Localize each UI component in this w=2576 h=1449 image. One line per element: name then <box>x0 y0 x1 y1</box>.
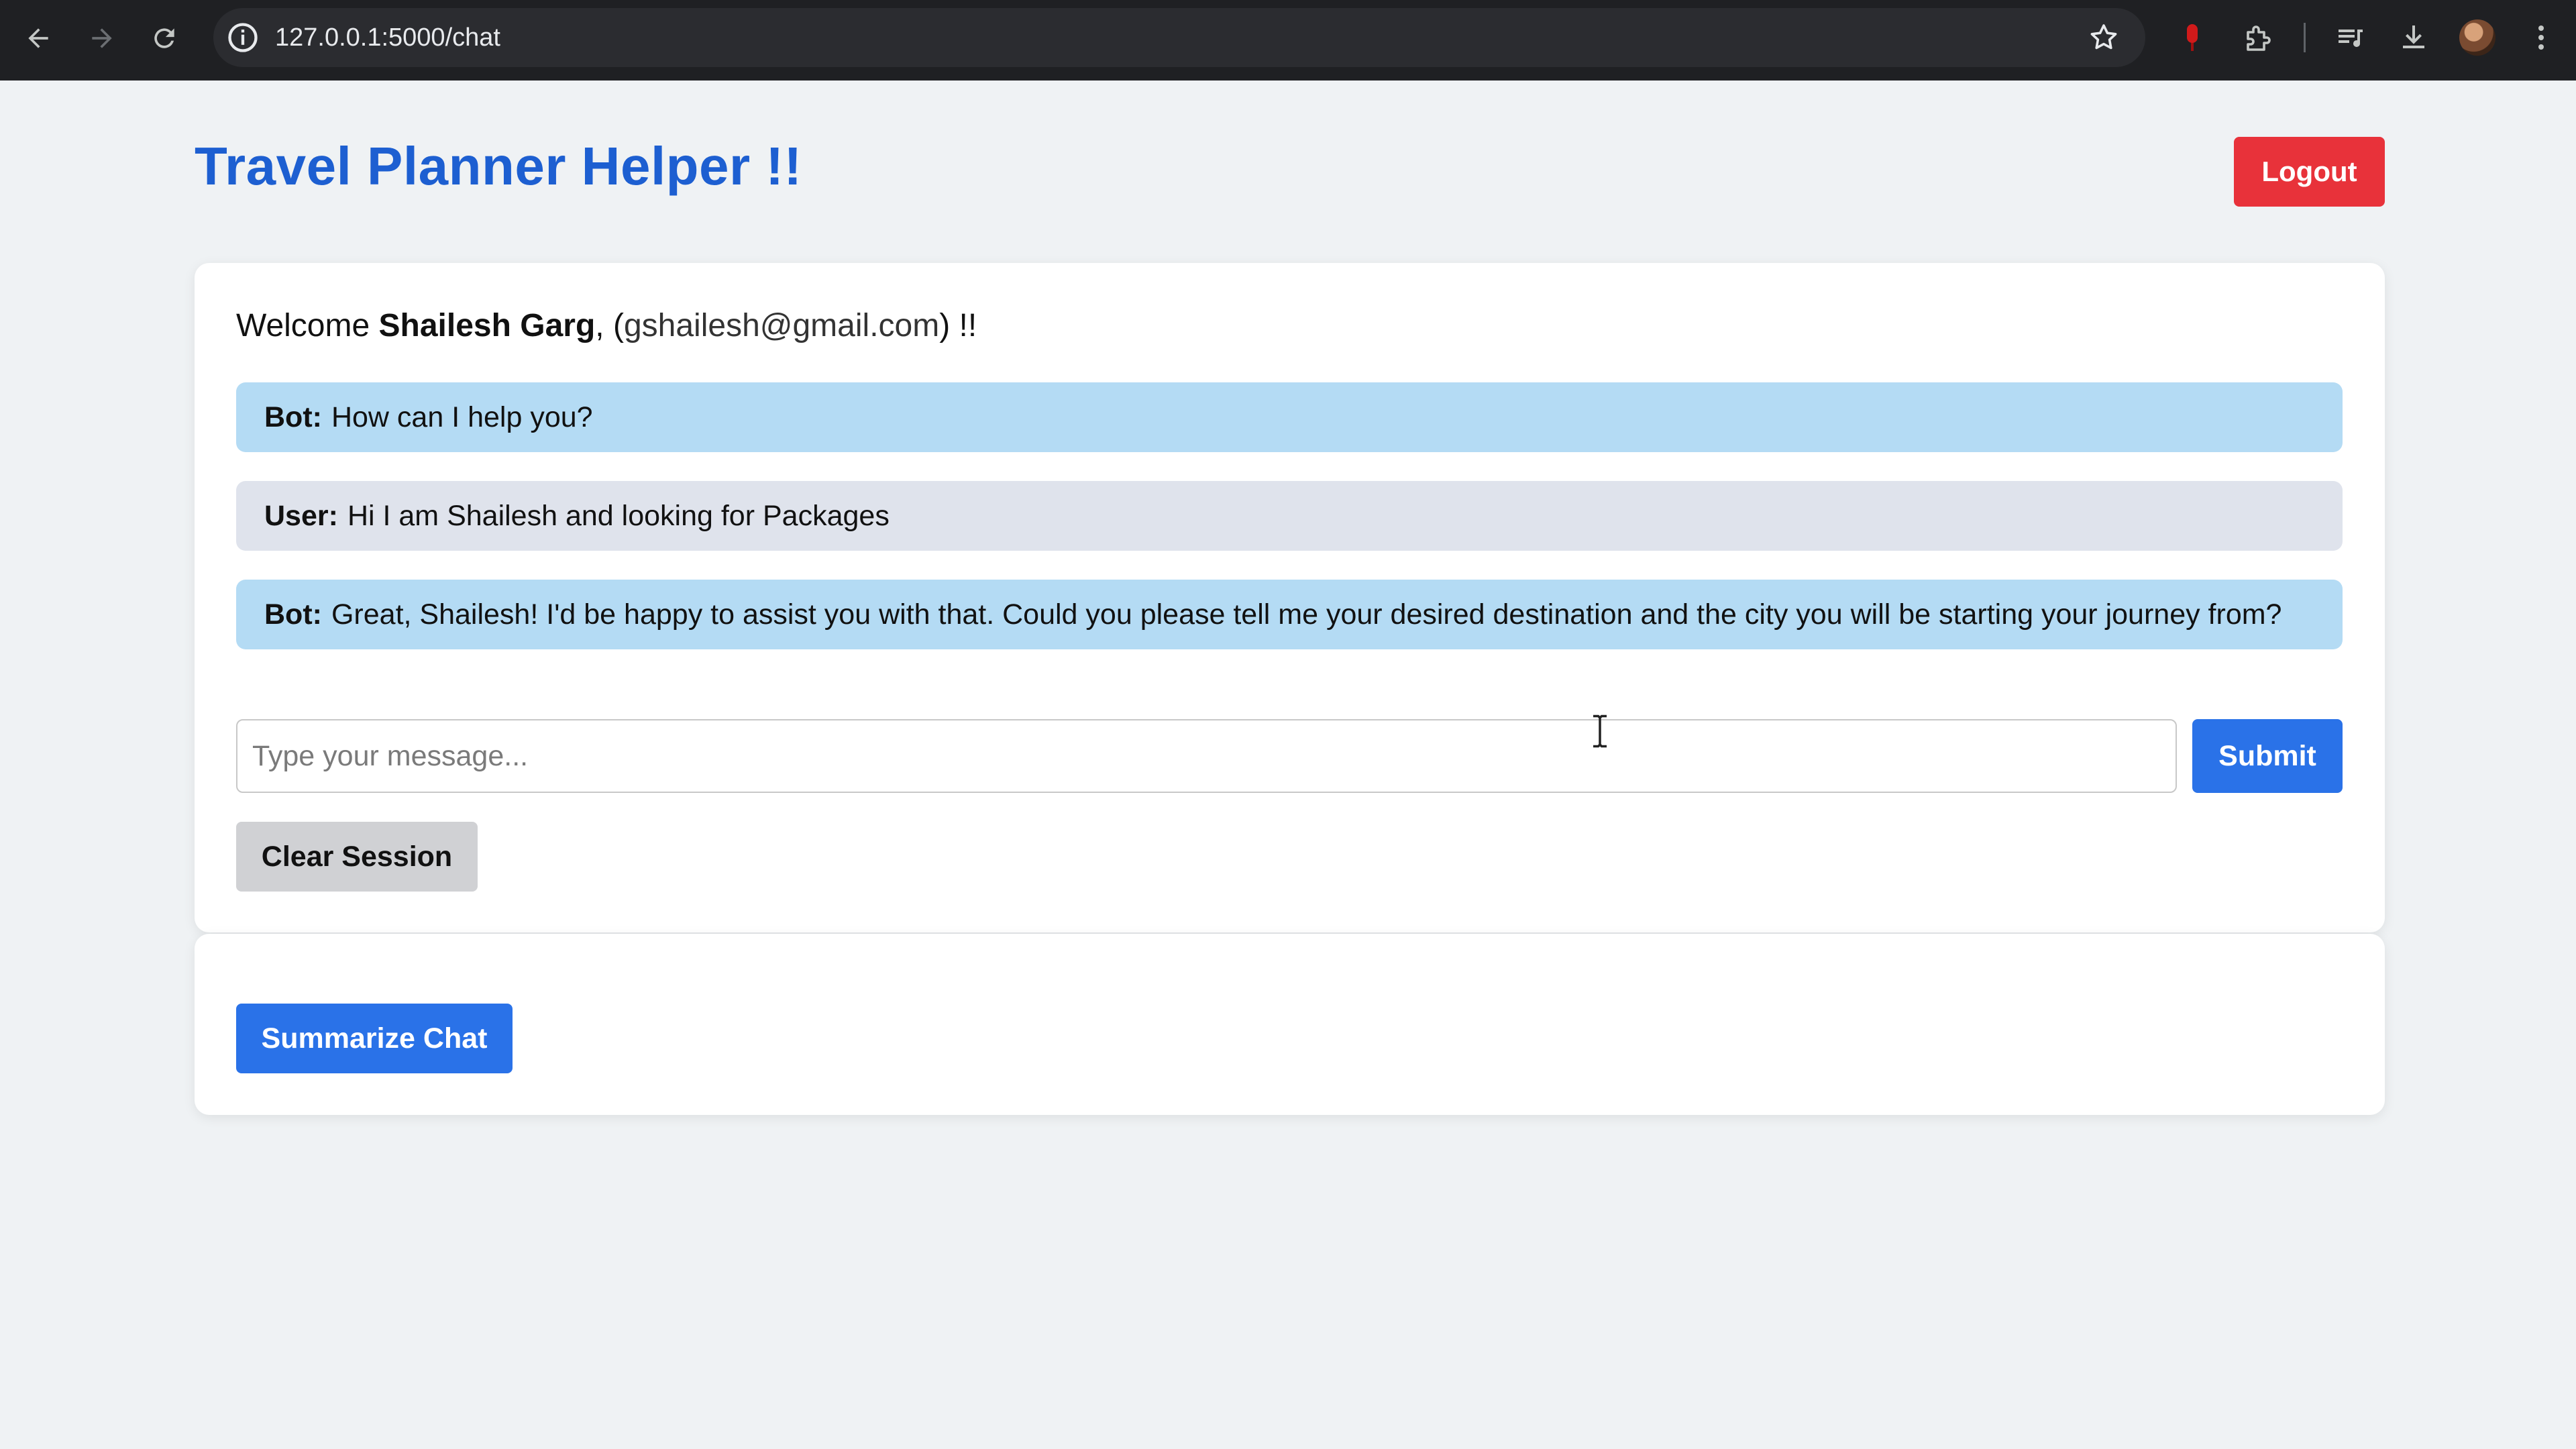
text-cursor-icon <box>1593 714 1607 748</box>
site-info-icon[interactable] <box>225 20 260 55</box>
browser-toolbar: 127.0.0.1:5000/chat <box>0 0 2576 80</box>
chat-card: Welcome Shailesh Garg, (gshailesh@gmail.… <box>195 263 2385 932</box>
address-bar[interactable]: 127.0.0.1:5000/chat <box>213 8 2145 67</box>
message-speaker: User: <box>264 499 338 532</box>
submit-button[interactable]: Submit <box>2192 719 2343 793</box>
chat-message-bot: Bot: How can I help you? <box>236 382 2343 452</box>
page-title: Travel Planner Helper !! <box>195 136 802 196</box>
back-icon[interactable] <box>15 15 62 62</box>
user-email: gshailesh@gmail.com <box>623 308 940 343</box>
message-speaker: Bot: <box>264 400 322 433</box>
user-name: Shailesh Garg <box>378 308 596 343</box>
welcome-prefix: Welcome <box>236 308 379 343</box>
summarize-chat-button[interactable]: Summarize Chat <box>236 1004 513 1073</box>
message-text: How can I help you? <box>331 400 593 433</box>
forward-icon[interactable] <box>78 15 125 62</box>
welcome-suffix: ) !! <box>939 308 977 343</box>
extension-icon[interactable] <box>2174 19 2211 56</box>
reload-icon[interactable] <box>141 15 188 62</box>
logout-button[interactable]: Logout <box>2234 137 2385 207</box>
message-text: Hi I am Shailesh and looking for Package… <box>347 499 890 532</box>
email-open: , ( <box>595 308 624 343</box>
message-text: Great, Shailesh! I'd be happy to assist … <box>331 598 2282 631</box>
download-icon[interactable] <box>2395 19 2432 56</box>
profile-avatar[interactable] <box>2459 19 2496 56</box>
chat-message-bot: Bot: Great, Shailesh! I'd be happy to as… <box>236 580 2343 649</box>
puzzle-icon[interactable] <box>2239 19 2276 56</box>
message-input[interactable] <box>236 719 2177 793</box>
clear-session-button[interactable]: Clear Session <box>236 822 478 892</box>
bookmark-star-icon[interactable] <box>2088 21 2120 54</box>
media-queue-icon[interactable] <box>2332 19 2369 56</box>
summary-card: Summarize Chat <box>195 934 2385 1115</box>
welcome-message: Welcome Shailesh Garg, (gshailesh@gmail.… <box>236 307 977 344</box>
menu-icon[interactable] <box>2522 19 2560 56</box>
chat-message-user: User: Hi I am Shailesh and looking for P… <box>236 481 2343 551</box>
toolbar-divider <box>2304 23 2306 52</box>
message-speaker: Bot: <box>264 598 322 631</box>
url-text[interactable]: 127.0.0.1:5000/chat <box>275 8 500 67</box>
